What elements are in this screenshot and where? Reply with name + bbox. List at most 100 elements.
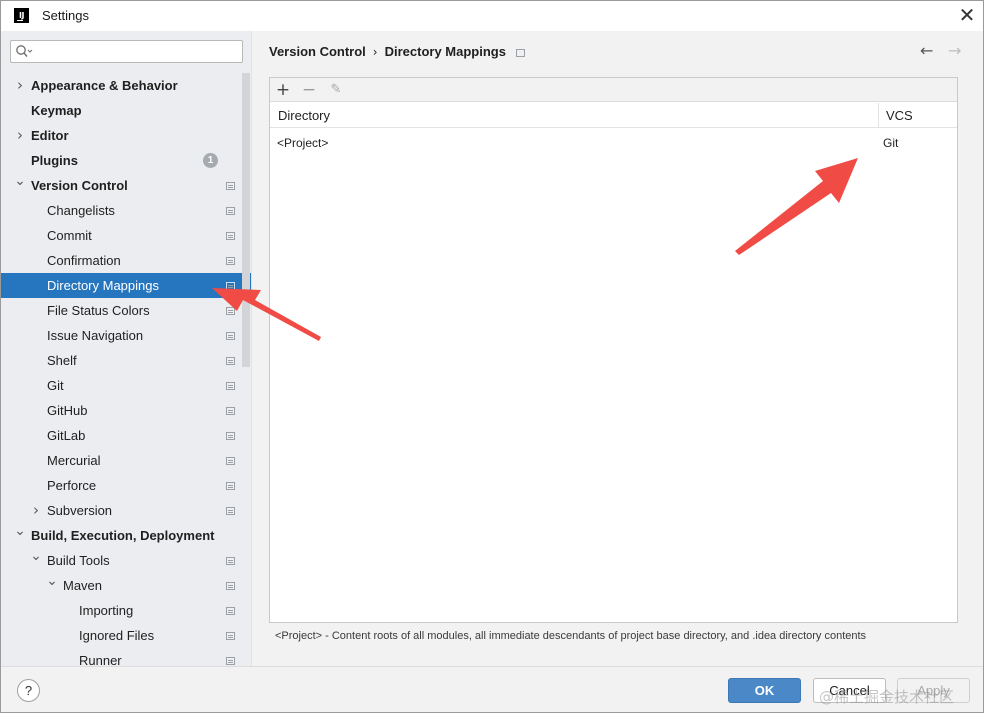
chevron-right-icon[interactable]: › <box>30 498 42 523</box>
sidebar-item-label: Commit <box>47 228 92 243</box>
sidebar-item-label: GitHub <box>47 403 88 418</box>
chevron-right-icon[interactable]: › <box>14 73 26 98</box>
project-scope-icon <box>226 507 235 515</box>
chevron-right-icon[interactable]: › <box>14 123 26 148</box>
sidebar-item-runner[interactable]: Runner <box>1 648 251 666</box>
close-icon[interactable]: ✕ <box>955 3 979 27</box>
chevron-down-icon[interactable]: ⌄ <box>14 169 26 194</box>
intellij-logo-icon: IJ <box>14 8 29 23</box>
project-scope-icon <box>226 282 235 290</box>
project-scope-icon <box>226 307 235 315</box>
sidebar-scrollbar[interactable] <box>242 73 250 367</box>
sidebar-item-label: Changelists <box>47 203 115 218</box>
cell-vcs[interactable]: Git <box>883 130 898 156</box>
mappings-toolbar: + − ✎ <box>270 78 957 102</box>
sidebar-item-label: Editor <box>31 128 69 143</box>
project-scope-icon <box>226 582 235 590</box>
project-scope-icon <box>226 632 235 640</box>
sidebar-item-perforce[interactable]: Perforce <box>1 473 251 498</box>
column-header-directory[interactable]: Directory <box>278 103 330 128</box>
mappings-panel: + − ✎ Directory VCS <Project> Git <box>269 77 958 623</box>
project-scope-icon <box>226 382 235 390</box>
sidebar-item-maven[interactable]: ⌄ Maven <box>1 573 251 598</box>
project-scope-icon <box>226 482 235 490</box>
sidebar-item-changelists[interactable]: Changelists <box>1 198 251 223</box>
sidebar-item-gitlab[interactable]: GitLab <box>1 423 251 448</box>
chevron-down-icon[interactable]: ⌄ <box>46 569 58 594</box>
sidebar-item-label: Runner <box>79 653 122 666</box>
sidebar-item-label: Appearance & Behavior <box>31 78 178 93</box>
breadcrumb-current: Directory Mappings <box>384 44 506 59</box>
search-input[interactable] <box>37 43 237 60</box>
sidebar-item-label: File Status Colors <box>47 303 150 318</box>
sidebar-item-label: Shelf <box>47 353 77 368</box>
table-row[interactable]: <Project> Git <box>270 130 957 156</box>
sidebar-item-label: Issue Navigation <box>47 328 144 343</box>
forward-arrow-icon[interactable]: → <box>948 41 961 60</box>
sidebar-item-label: Directory Mappings <box>47 278 159 293</box>
project-scope-icon <box>226 407 235 415</box>
title-bar: IJ Settings ✕ <box>1 1 983 31</box>
project-scope-icon <box>226 332 235 340</box>
project-scope-icon <box>515 49 525 57</box>
sidebar-item-plugins[interactable]: Plugins 1 <box>1 148 251 173</box>
sidebar-item-label: Build, Execution, Deployment <box>31 528 215 543</box>
sidebar-item-build-tools[interactable]: ⌄ Build Tools <box>1 548 251 573</box>
sidebar-item-keymap[interactable]: Keymap <box>1 98 251 123</box>
watermark: @稀土掘金技术社区 <box>819 688 955 706</box>
sidebar-item-mercurial[interactable]: Mercurial <box>1 448 251 473</box>
search-box[interactable] <box>10 40 243 63</box>
dialog-button-bar: ? OK Cancel Apply @稀土掘金技术社区 <box>1 666 983 712</box>
sidebar-item-label: Importing <box>79 603 134 618</box>
update-count-badge: 1 <box>203 153 218 168</box>
chevron-down-icon[interactable]: ⌄ <box>30 544 42 569</box>
sidebar-item-confirmation[interactable]: Confirmation <box>1 248 251 273</box>
footnote-text: <Project> - Content roots of all modules… <box>275 630 867 642</box>
project-scope-icon <box>226 607 235 615</box>
edit-icon[interactable]: ✎ <box>326 80 346 100</box>
content-pane: Version Control › Directory Mappings ← → +… <box>253 31 983 666</box>
sidebar-item-file-status-colors[interactable]: File Status Colors <box>1 298 251 323</box>
search-icon <box>16 45 33 57</box>
sidebar-item-appearance-behavior[interactable]: › Appearance & Behavior <box>1 73 251 98</box>
ok-button[interactable]: OK <box>728 678 801 703</box>
project-scope-icon <box>226 207 235 215</box>
sidebar-item-shelf[interactable]: Shelf <box>1 348 251 373</box>
sidebar-item-label: Ignored Files <box>79 628 155 643</box>
sidebar-item-commit[interactable]: Commit <box>1 223 251 248</box>
sidebar-item-label: Perforce <box>47 478 97 493</box>
window-title: Settings <box>42 8 89 23</box>
sidebar-item-label: Confirmation <box>47 253 121 268</box>
sidebar-item-subversion[interactable]: › Subversion <box>1 498 251 523</box>
chevron-down-icon[interactable]: ⌄ <box>14 519 26 544</box>
sidebar-item-label: Git <box>47 378 64 393</box>
settings-sidebar: › Appearance & Behavior Keymap › Editor Plugi… <box>1 31 252 666</box>
breadcrumb-separator: › <box>372 45 378 59</box>
sidebar-item-importing[interactable]: Importing <box>1 598 251 623</box>
sidebar-item-git[interactable]: Git <box>1 373 251 398</box>
remove-icon[interactable]: − <box>299 80 319 100</box>
add-icon[interactable]: + <box>273 80 293 100</box>
help-icon[interactable]: ? <box>17 679 40 702</box>
sidebar-item-editor[interactable]: › Editor <box>1 123 251 148</box>
sidebar-item-label: Maven <box>63 578 103 593</box>
project-scope-icon <box>226 257 235 265</box>
sidebar-item-label: Subversion <box>47 503 113 518</box>
sidebar-item-github[interactable]: GitHub <box>1 398 251 423</box>
project-scope-icon <box>226 232 235 240</box>
breadcrumb-parent[interactable]: Version Control <box>269 44 366 59</box>
breadcrumb: Version Control › Directory Mappings <box>269 44 525 59</box>
sidebar-item-version-control[interactable]: ⌄ Version Control <box>1 173 251 198</box>
cell-directory: <Project> <box>277 136 329 150</box>
settings-window: IJ Settings ✕ › Appearance & Behavior Keym… <box>0 0 984 713</box>
table-header: Directory VCS <box>270 103 957 128</box>
back-arrow-icon[interactable]: ← <box>920 41 933 60</box>
sidebar-item-issue-navigation[interactable]: Issue Navigation <box>1 323 251 348</box>
sidebar-item-ignored-files[interactable]: Ignored Files <box>1 623 251 648</box>
sidebar-item-label: Mercurial <box>47 453 101 468</box>
column-header-vcs[interactable]: VCS <box>878 103 958 128</box>
project-scope-icon <box>226 457 235 465</box>
sidebar-item-label: Version Control <box>31 178 128 193</box>
sidebar-item-directory-mappings[interactable]: Directory Mappings <box>1 273 251 298</box>
project-scope-icon <box>226 432 235 440</box>
